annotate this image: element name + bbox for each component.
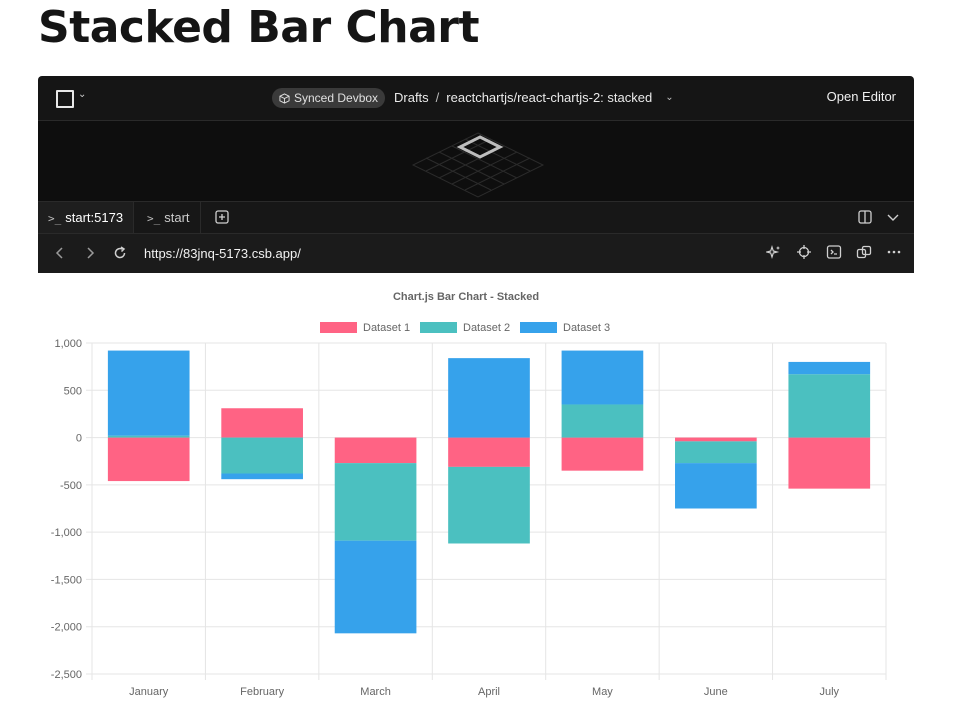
breadcrumb-separator: / (435, 90, 440, 105)
terminal-icon: >_ (48, 212, 62, 225)
cube-icon (279, 92, 290, 104)
url-bar-actions (766, 244, 902, 260)
split-view-icon[interactable] (858, 210, 872, 224)
preview-banner (38, 121, 914, 202)
bar-segment-dataset-1[interactable] (107, 437, 190, 482)
crosshair-icon[interactable] (796, 244, 812, 260)
top-bar: ⌄ Synced Devbox Drafts / reactchartjs/re… (38, 76, 914, 121)
x-tick-label: July (820, 686, 840, 698)
bar-segment-dataset-2[interactable] (334, 463, 417, 541)
chevron-left-icon[interactable] (54, 243, 66, 263)
y-tick-label: -2,500 (51, 669, 82, 681)
tab-label: start (164, 210, 190, 225)
legend-item[interactable]: Dataset 2 (420, 322, 510, 334)
y-tick-label: -500 (60, 480, 82, 492)
chevron-down-icon[interactable] (886, 210, 900, 224)
y-tick-label: -2,000 (51, 622, 82, 634)
popout-icon[interactable] (856, 244, 872, 260)
console-icon[interactable] (826, 244, 842, 260)
bar-segment-dataset-3[interactable] (334, 540, 417, 634)
legend-swatch (420, 322, 457, 333)
y-tick-label: -1,000 (51, 527, 82, 539)
bar-segment-dataset-3[interactable] (788, 361, 871, 375)
stacked-bar-chart: Chart.js Bar Chart - Stacked Dataset 1 Da… (51, 291, 887, 698)
bar-segment-dataset-3[interactable] (221, 473, 303, 480)
x-tick-label: April (478, 686, 500, 698)
legend-label: Dataset 2 (463, 322, 510, 334)
legend-item[interactable]: Dataset 1 (320, 322, 410, 334)
chevron-right-icon[interactable] (84, 243, 96, 263)
legend-item[interactable]: Dataset 3 (520, 322, 610, 334)
breadcrumb-sandbox-name[interactable]: reactchartjs/react-chartjs-2: stacked (446, 90, 652, 105)
devbox-preview-frame: ⌄ Synced Devbox Drafts / reactchartjs/re… (38, 76, 914, 713)
bar-segment-dataset-2[interactable] (561, 404, 644, 438)
y-tick-label: 0 (76, 433, 82, 445)
y-tick-label: -1,500 (51, 574, 82, 586)
y-axis: 1,000 500 0 -500 -1,000 -1,500 -2,000 -2,500 (51, 338, 82, 681)
bar-segment-dataset-2[interactable] (675, 441, 757, 464)
breadcrumb: Drafts / reactchartjs/react-chartjs-2: s… (394, 90, 674, 105)
sparkle-icon[interactable] (766, 244, 782, 260)
bar-segment-dataset-1[interactable] (675, 437, 757, 442)
open-editor-button[interactable]: Open Editor (827, 89, 896, 104)
x-tick-label: March (360, 686, 391, 698)
tab-start-5173[interactable]: >_ start:5173 (38, 202, 135, 233)
legend-label: Dataset 3 (563, 322, 610, 334)
devbox-label: Synced Devbox (294, 91, 379, 105)
tab-start[interactable]: >_ start (137, 202, 201, 233)
tab-bar-actions (858, 210, 900, 224)
url-field[interactable]: https://83jnq-5173.csb.app/ (144, 246, 301, 261)
synced-devbox-badge[interactable]: Synced Devbox (272, 88, 386, 108)
square-icon[interactable] (56, 90, 74, 108)
y-tick-label: 1,000 (54, 338, 82, 350)
chart-title: Chart.js Bar Chart - Stacked (393, 291, 539, 303)
legend-swatch (320, 322, 357, 333)
bar-segment-dataset-2[interactable] (448, 466, 530, 544)
breadcrumb-drafts[interactable]: Drafts (394, 90, 429, 105)
bar-segment-dataset-1[interactable] (788, 437, 871, 489)
tab-label: start:5173 (65, 210, 124, 225)
x-tick-label: January (129, 686, 169, 698)
bar-segment-dataset-2[interactable] (107, 435, 190, 438)
chevron-down-icon[interactable]: ⌄ (665, 92, 673, 103)
bar-segment-dataset-3[interactable] (561, 350, 644, 405)
chevron-down-icon[interactable]: ⌄ (78, 89, 86, 100)
bar-segment-dataset-1[interactable] (221, 408, 303, 438)
bar-segment-dataset-2[interactable] (788, 374, 871, 438)
bar-segment-dataset-1[interactable] (561, 437, 644, 471)
tab-bar: >_ start:5173 >_ start (38, 202, 914, 234)
page-title: Stacked Bar Chart (38, 2, 480, 53)
chart-bars (107, 350, 871, 634)
x-tick-label: May (592, 686, 613, 698)
more-icon[interactable] (886, 244, 902, 260)
legend-label: Dataset 1 (363, 322, 410, 334)
reload-icon[interactable] (112, 243, 128, 263)
x-tick-label: June (704, 686, 728, 698)
bar-segment-dataset-1[interactable] (334, 437, 417, 464)
chart-legend: Dataset 1 Dataset 2 Dataset 3 (320, 322, 610, 334)
bar-segment-dataset-3[interactable] (448, 358, 530, 438)
bar-segment-dataset-1[interactable] (448, 437, 530, 467)
legend-swatch (520, 322, 557, 333)
preview-viewport: Chart.js Bar Chart - Stacked Dataset 1 Da… (38, 273, 914, 713)
x-tick-label: February (240, 686, 285, 698)
bar-segment-dataset-3[interactable] (107, 350, 190, 436)
bar-segment-dataset-3[interactable] (675, 463, 757, 509)
y-tick-label: 500 (64, 385, 82, 397)
grid-diamond-icon (411, 132, 545, 198)
x-axis: January February March April May June July (129, 686, 839, 698)
terminal-icon: >_ (147, 212, 161, 225)
plus-square-icon[interactable] (215, 210, 229, 224)
url-bar: https://83jnq-5173.csb.app/ (38, 234, 914, 273)
bar-segment-dataset-2[interactable] (221, 437, 303, 474)
